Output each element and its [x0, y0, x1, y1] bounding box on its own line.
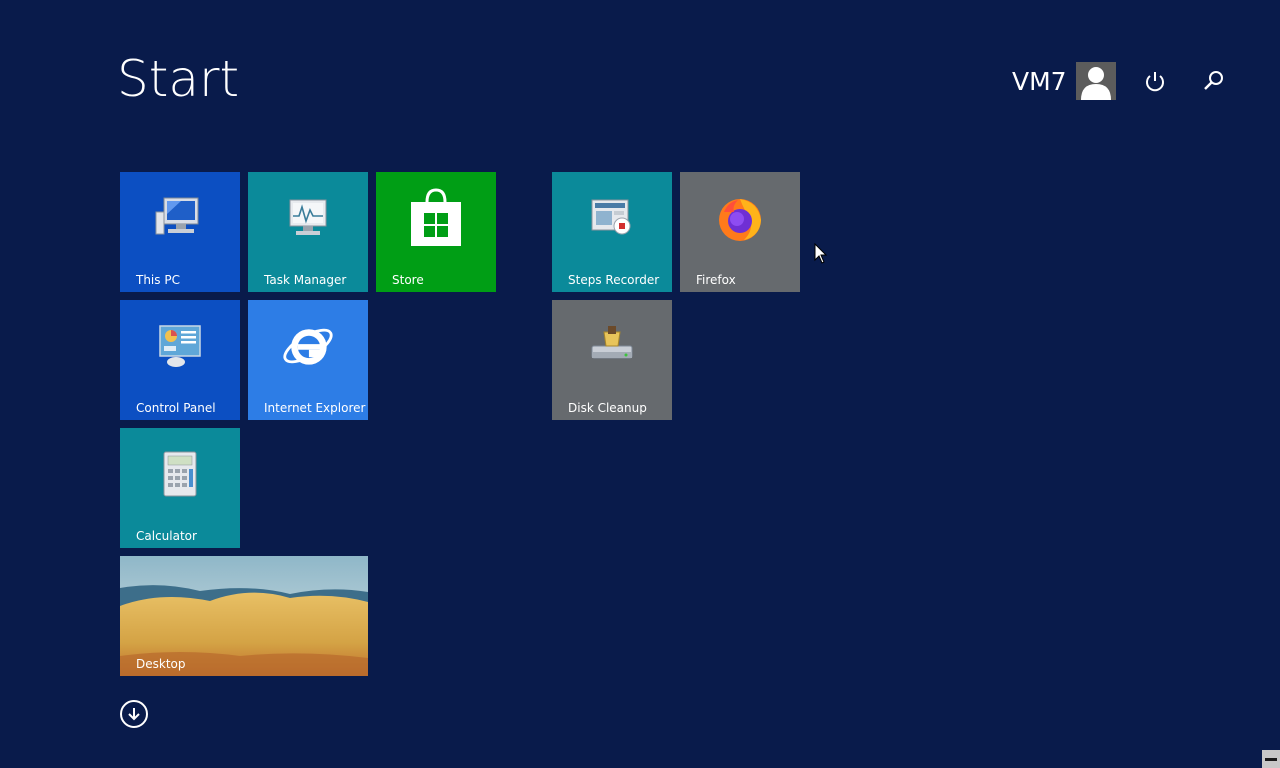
- power-button[interactable]: [1140, 66, 1170, 96]
- power-icon: [1146, 72, 1164, 92]
- user-account[interactable]: VM7: [1012, 62, 1116, 100]
- tile-label: This PC: [136, 273, 180, 287]
- zoom-out-button[interactable]: [1262, 750, 1280, 768]
- task-manager-icon: [280, 190, 336, 246]
- tile-this-pc[interactable]: This PC: [120, 172, 240, 292]
- disk-cleanup-icon: [584, 318, 640, 374]
- tile-label: Steps Recorder: [568, 273, 660, 287]
- minus-icon: [1265, 757, 1277, 761]
- computer-icon: [152, 190, 208, 246]
- search-icon: [1204, 71, 1223, 90]
- tile-label: Disk Cleanup: [568, 401, 647, 415]
- page-title: Start: [117, 50, 240, 108]
- calculator-icon: [152, 446, 208, 502]
- user-name: VM7: [1012, 66, 1067, 96]
- tile-label: Store: [392, 273, 424, 287]
- all-apps-button[interactable]: [120, 700, 148, 728]
- tile-steps-recorder[interactable]: Steps Recorder: [552, 172, 672, 292]
- avatar[interactable]: [1075, 62, 1116, 100]
- arrow-down-icon: [128, 708, 140, 721]
- store-bag-icon: [408, 188, 464, 246]
- control-panel-icon: [152, 318, 208, 374]
- tile-label: Firefox: [696, 273, 736, 287]
- start-screen: Start VM7 This PC Task Manager Store Con…: [0, 0, 1280, 768]
- tile-disk-cleanup[interactable]: Disk Cleanup: [552, 300, 672, 420]
- mouse-cursor: [814, 242, 828, 269]
- internet-explorer-icon: [280, 318, 336, 374]
- tile-task-manager[interactable]: Task Manager: [248, 172, 368, 292]
- tile-firefox[interactable]: Firefox: [680, 172, 800, 292]
- firefox-icon: [712, 190, 768, 246]
- tile-label: Task Manager: [264, 273, 347, 287]
- search-button[interactable]: [1199, 66, 1229, 96]
- tile-store[interactable]: Store: [376, 172, 496, 292]
- tile-control-panel[interactable]: Control Panel: [120, 300, 240, 420]
- tile-label: Desktop: [136, 657, 186, 671]
- user-icon: [1080, 67, 1111, 100]
- tile-label: Internet Explorer: [264, 401, 366, 415]
- tile-internet-explorer[interactable]: Internet Explorer: [248, 300, 368, 420]
- tile-label: Calculator: [136, 529, 197, 543]
- steps-recorder-icon: [584, 190, 640, 246]
- tile-label: Control Panel: [136, 401, 216, 415]
- tile-desktop[interactable]: Desktop: [120, 556, 368, 676]
- tile-calculator[interactable]: Calculator: [120, 428, 240, 548]
